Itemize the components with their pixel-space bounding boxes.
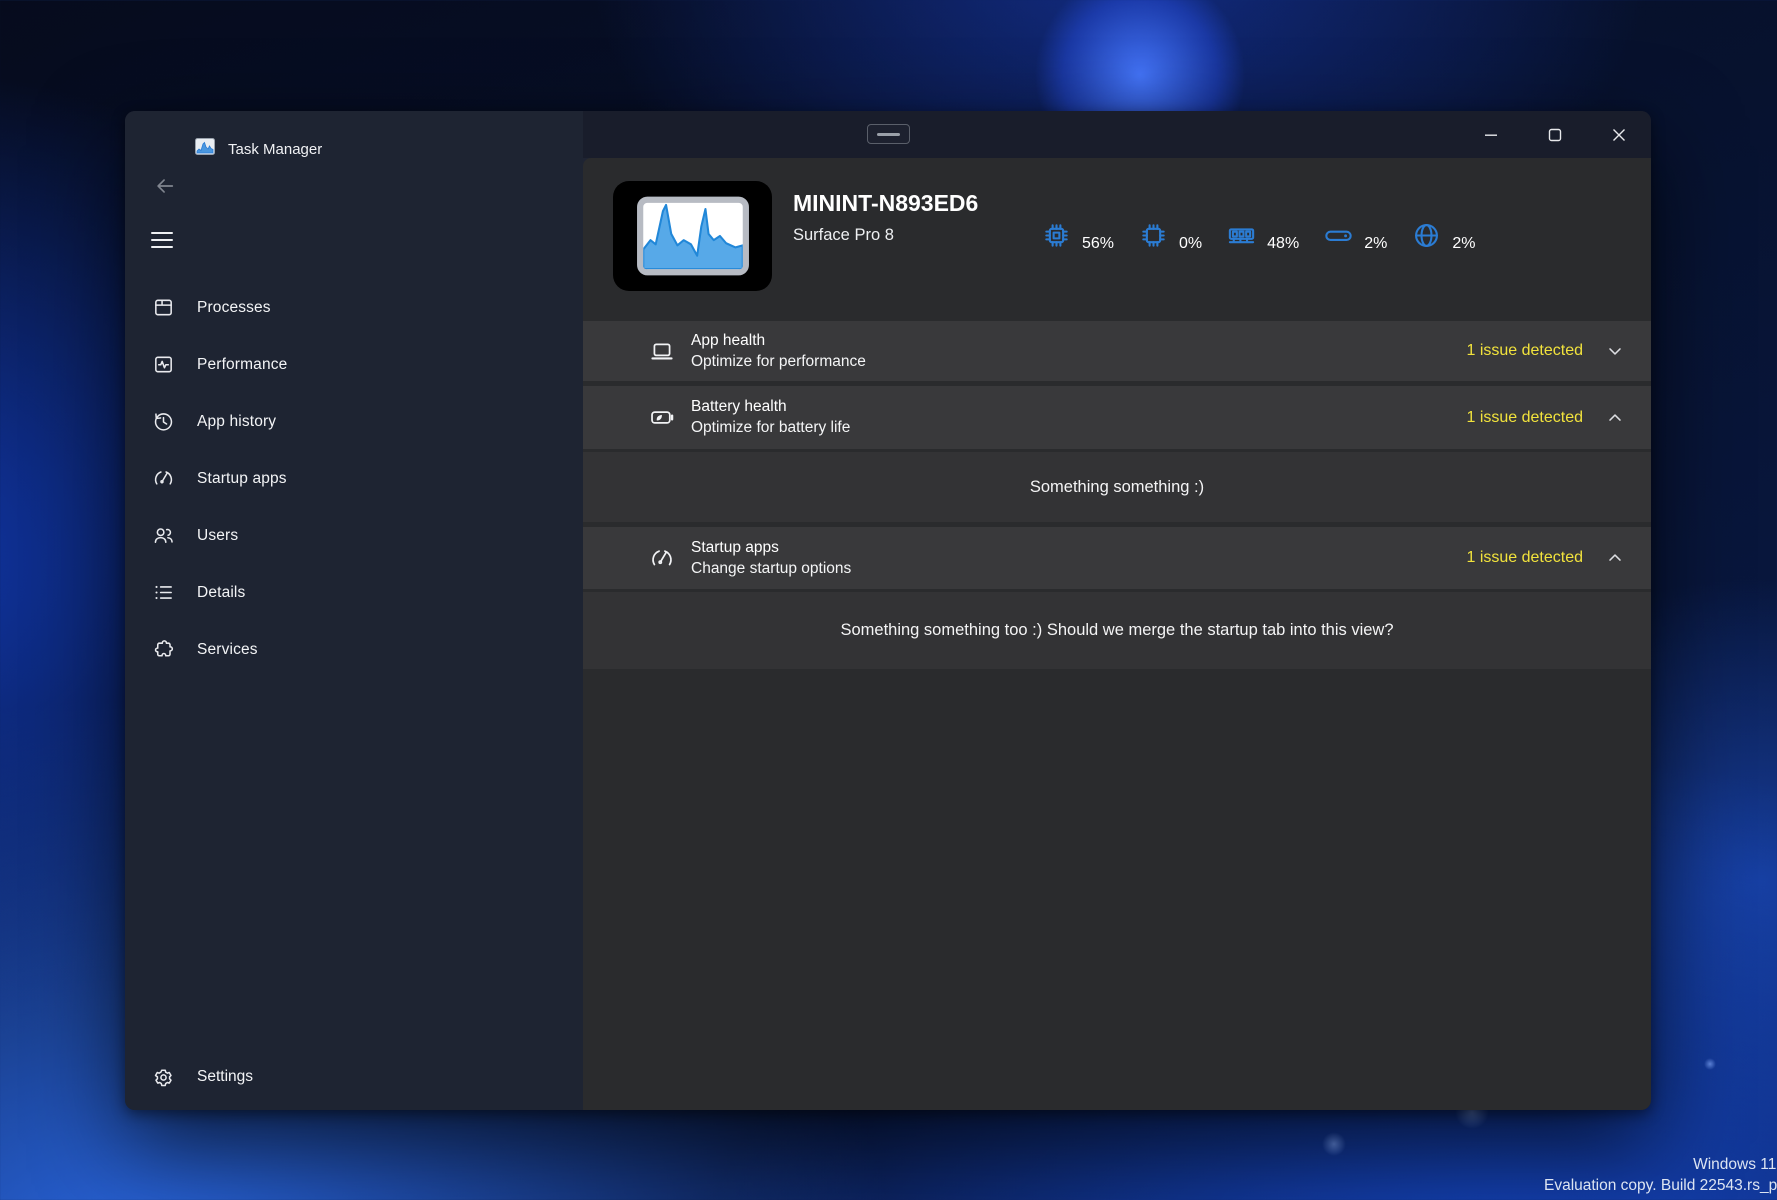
sidebar-item-startup-apps[interactable]: Startup apps: [125, 450, 583, 507]
stat-disk: 2%: [1323, 220, 1387, 256]
sidebar: Task Manager Processes: [125, 111, 583, 1110]
gauge-icon: [649, 545, 675, 571]
settings-label: Settings: [197, 1068, 253, 1086]
gear-icon: [151, 1065, 175, 1089]
sidebar-item-settings[interactable]: Settings: [125, 1049, 583, 1105]
startup-apps-detail: Something something too :) Should we mer…: [583, 592, 1651, 669]
navigation-menu-button[interactable]: [145, 221, 185, 259]
issue-status-badge: 1 issue detected: [1466, 409, 1583, 427]
sidebar-item-label: App history: [197, 413, 276, 431]
sidebar-item-details[interactable]: Details: [125, 564, 583, 621]
cpu-icon: [1041, 220, 1072, 256]
back-button[interactable]: [147, 169, 183, 203]
sidebar-item-label: Services: [197, 641, 258, 659]
titlebar-drag-handle[interactable]: [867, 124, 910, 144]
gauge-icon: [151, 467, 175, 491]
chevron-down-icon[interactable]: [1605, 341, 1625, 361]
device-model: Surface Pro 8: [793, 226, 894, 245]
sidebar-item-services[interactable]: Services: [125, 621, 583, 678]
battery-leaf-icon: [649, 405, 675, 431]
cpu-usage-value: 56%: [1082, 235, 1114, 253]
watermark-line2: Evaluation copy. Build 22543.rs_pre: [1544, 1175, 1777, 1196]
sidebar-item-performance[interactable]: Performance: [125, 336, 583, 393]
close-button[interactable]: [1587, 111, 1651, 158]
detail-message: Something something :): [1030, 478, 1204, 497]
processes-icon: [151, 296, 175, 320]
maximize-button[interactable]: [1523, 111, 1587, 158]
laptop-icon: [649, 338, 675, 364]
sidebar-item-app-history[interactable]: App history: [125, 393, 583, 450]
section-subtitle: Optimize for battery life: [691, 419, 850, 437]
stat-memory: 48%: [1226, 220, 1299, 256]
issue-status-badge: 1 issue detected: [1466, 549, 1583, 567]
evaluation-watermark: Windows 11 P Evaluation copy. Build 2254…: [1544, 1154, 1777, 1196]
watermark-line1: Windows 11 P: [1544, 1154, 1777, 1175]
details-list-icon: [151, 581, 175, 605]
bokeh-dot: [1704, 1058, 1716, 1070]
task-manager-app-icon: [195, 138, 215, 160]
sidebar-item-label: Details: [197, 584, 245, 602]
health-pane: MININT-N893ED6 Surface Pro 8 56%: [583, 158, 1651, 1110]
memory-usage-value: 48%: [1267, 235, 1299, 253]
resource-stats: 56% 0%: [1041, 220, 1499, 256]
window-title: Task Manager: [228, 141, 322, 158]
sidebar-item-label: Users: [197, 527, 238, 545]
section-subtitle: Optimize for performance: [691, 353, 866, 371]
app-title-row: Task Manager: [195, 138, 322, 160]
detail-message: Something something too :) Should we mer…: [840, 621, 1393, 640]
services-puzzle-icon: [151, 638, 175, 662]
section-subtitle: Change startup options: [691, 560, 851, 578]
section-title: App health: [691, 332, 866, 350]
network-usage-value: 2%: [1452, 235, 1475, 253]
sidebar-item-label: Processes: [197, 299, 271, 317]
bokeh-dot: [1322, 1132, 1346, 1156]
memory-icon: [1226, 220, 1257, 256]
window-controls: [1459, 111, 1651, 158]
startup-apps-row[interactable]: Startup apps Change startup options 1 is…: [583, 527, 1651, 589]
minimize-button[interactable]: [1459, 111, 1523, 158]
network-globe-icon: [1411, 220, 1442, 256]
disk-icon: [1323, 220, 1354, 256]
issue-status-badge: 1 issue detected: [1466, 342, 1583, 360]
battery-health-row[interactable]: Battery health Optimize for battery life…: [583, 386, 1651, 449]
stat-network: 2%: [1411, 220, 1475, 256]
history-icon: [151, 410, 175, 434]
sidebar-item-processes[interactable]: Processes: [125, 279, 583, 336]
gpu-usage-value: 0%: [1179, 235, 1202, 253]
performance-icon: [151, 353, 175, 377]
chevron-up-icon[interactable]: [1605, 548, 1625, 568]
device-name: MININT-N893ED6: [793, 190, 978, 217]
gpu-icon: [1138, 220, 1169, 256]
stat-gpu: 0%: [1138, 220, 1202, 256]
app-health-row[interactable]: App health Optimize for performance 1 is…: [583, 321, 1651, 381]
task-manager-hero-icon: [613, 181, 772, 291]
sidebar-item-users[interactable]: Users: [125, 507, 583, 564]
disk-usage-value: 2%: [1364, 235, 1387, 253]
sidebar-nav: Processes Performance: [125, 279, 583, 678]
chevron-up-icon[interactable]: [1605, 408, 1625, 428]
stat-cpu: 56%: [1041, 220, 1114, 256]
users-icon: [151, 524, 175, 548]
sidebar-item-label: Startup apps: [197, 470, 287, 488]
task-manager-window: Task Manager Processes: [125, 111, 1651, 1110]
battery-health-detail: Something something :): [583, 452, 1651, 522]
section-title: Battery health: [691, 398, 850, 416]
section-title: Startup apps: [691, 539, 851, 557]
sidebar-item-label: Performance: [197, 356, 287, 374]
